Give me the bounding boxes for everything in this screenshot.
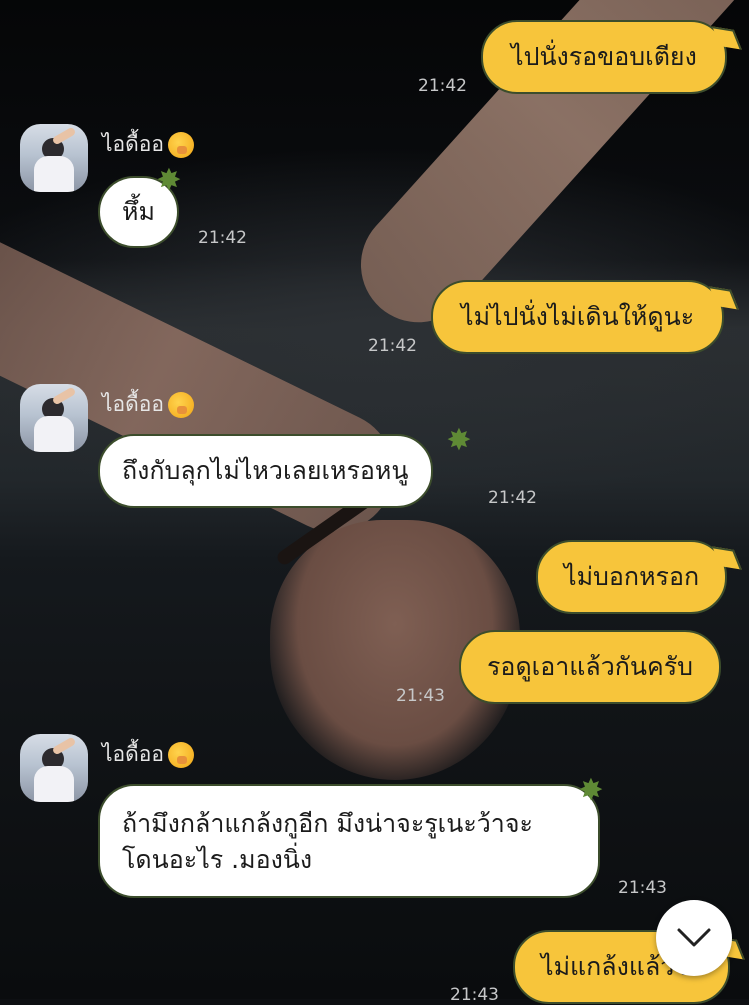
chevron-down-icon <box>677 928 711 947</box>
message-time: 21:43 <box>450 985 499 1005</box>
sticker-star-icon: ✸ <box>578 773 604 808</box>
message-time: 21:42 <box>368 336 417 356</box>
shushing-face-icon <box>168 392 195 418</box>
incoming-message[interactable]: ถ้ามึงกล้าแกล้งกูอีก มึงน่าจะรูเนะว้าจะ … <box>98 784 600 898</box>
outgoing-message[interactable]: ไปนั่งรอขอบเตียง <box>481 20 742 94</box>
shushing-face-icon <box>168 132 195 158</box>
sender-avatar[interactable] <box>20 124 88 192</box>
sender-name: ไอดื้ออ <box>102 388 195 421</box>
sender-name: ไอดื้ออ <box>102 738 195 771</box>
outgoing-message[interactable]: รอดูเอาแล้วกันครับ <box>459 630 721 704</box>
message-text-line: ถ้ามึงกล้าแกล้งกูอีก มึงน่าจะรูเนะว้าจะ <box>122 809 533 838</box>
message-time: 21:43 <box>396 686 445 706</box>
message-text-line: โดนอะไร .มองนิ่ง <box>122 845 313 874</box>
message-text: ไม่ไปนั่งไม่เดินให้ดูนะ <box>461 302 695 331</box>
message-time: 21:42 <box>198 228 247 248</box>
message-time: 21:42 <box>418 76 467 96</box>
sticker-star-icon: ✸ <box>156 163 182 198</box>
message-text: ถึงกับลุกไม่ไหวเลยเหรอหนู <box>122 456 409 485</box>
scroll-to-bottom-button[interactable] <box>656 900 732 976</box>
message-time: 21:42 <box>488 488 537 508</box>
message-text: รอดูเอาแล้วกันครับ <box>487 652 693 681</box>
message-time: 21:43 <box>618 878 667 898</box>
incoming-message[interactable]: ถึงกับลุกไม่ไหวเลยเหรอหนู <box>98 434 433 508</box>
sender-avatar[interactable] <box>20 384 88 452</box>
outgoing-message[interactable]: ไม่บอกหรอก <box>536 540 742 614</box>
message-text: หึ้ม <box>122 197 155 226</box>
sticker-star-icon: ✸ <box>446 423 472 458</box>
sender-name: ไอดื้ออ <box>102 128 195 161</box>
outgoing-message[interactable]: ไม่ไปนั่งไม่เดินให้ดูนะ <box>431 280 739 354</box>
message-text: ไปนั่งรอขอบเตียง <box>511 42 697 71</box>
shushing-face-icon <box>168 742 195 768</box>
sender-avatar[interactable] <box>20 734 88 802</box>
message-text: ไม่บอกหรอก <box>564 562 700 591</box>
